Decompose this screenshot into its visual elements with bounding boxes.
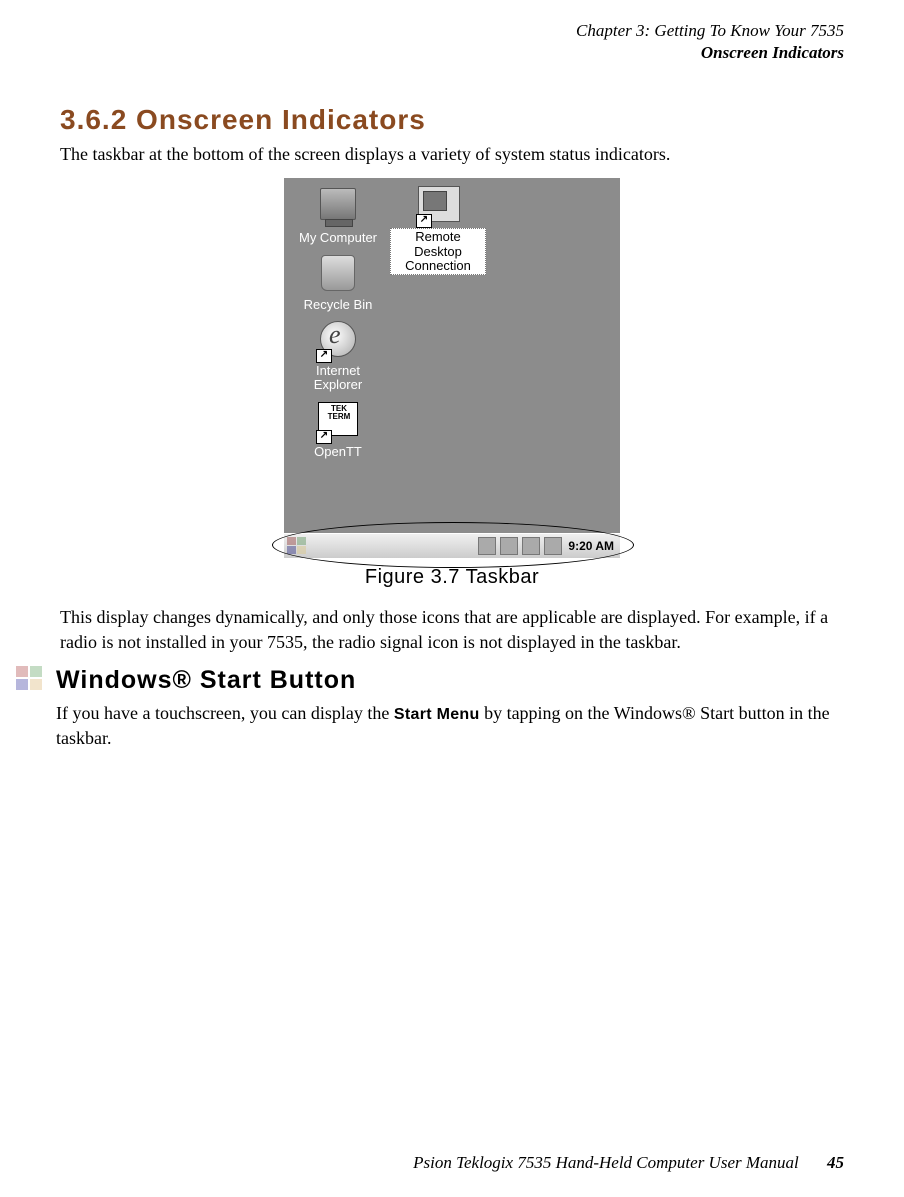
tray-info-icon[interactable] — [544, 537, 562, 555]
recycle-bin-label: Recycle Bin — [290, 297, 386, 313]
footer-title: Psion Teklogix 7535 Hand-Held Computer U… — [413, 1153, 799, 1172]
taskbar[interactable]: 9:20 AM — [284, 533, 620, 558]
footer-page-number: 45 — [827, 1153, 844, 1172]
my-computer-label: My Computer — [290, 230, 386, 246]
header-chapter: Chapter 3: Getting To Know Your 7535 — [60, 20, 844, 42]
page-header: Chapter 3: Getting To Know Your 7535 Ons… — [60, 20, 844, 64]
shortcut-arrow-icon: ↗ — [416, 214, 432, 228]
windows-start-icon[interactable] — [287, 537, 309, 555]
header-section: Onscreen Indicators — [60, 42, 844, 64]
sub-heading-start-button: Windows® Start Button — [56, 666, 844, 695]
ie-label: Internet Explorer — [290, 363, 386, 394]
paragraph-start-button: If you have a touchscreen, you can displ… — [56, 701, 844, 750]
shortcut-arrow-icon: ↗ — [316, 430, 332, 444]
opentt-icon[interactable]: TEK TERM↗ OpenTT — [290, 402, 386, 460]
section-heading: 3.6.2 Onscreen Indicators — [60, 104, 844, 136]
figure-caption: Figure 3.7 Taskbar — [60, 566, 844, 589]
tray-signal-icon[interactable] — [500, 537, 518, 555]
p3-pre: If you have a touchscreen, you can displ… — [56, 703, 394, 723]
internet-explorer-icon[interactable]: ↗ Internet Explorer — [290, 321, 386, 394]
intro-paragraph: The taskbar at the bottom of the screen … — [60, 142, 844, 166]
windows-flag-icon — [16, 666, 46, 692]
opentt-label: OpenTT — [290, 444, 386, 460]
remote-desktop-icon[interactable]: ↗ Remote Desktop Connection — [390, 186, 486, 275]
my-computer-icon[interactable]: My Computer — [290, 188, 386, 246]
tray-status-icon[interactable] — [478, 537, 496, 555]
page-footer: Psion Teklogix 7535 Hand-Held Computer U… — [413, 1153, 844, 1173]
paragraph-dynamic: This display changes dynamically, and on… — [60, 605, 844, 654]
p3-bold: Start Menu — [394, 706, 480, 723]
remote-desktop-label: Remote Desktop Connection — [390, 228, 486, 275]
taskbar-clock: 9:20 AM — [566, 539, 616, 553]
desktop-screenshot: My Computer Recycle Bin ↗ Internet Explo… — [284, 178, 620, 558]
system-tray: 9:20 AM — [478, 537, 620, 555]
shortcut-arrow-icon: ↗ — [316, 349, 332, 363]
tray-network-icon[interactable] — [522, 537, 540, 555]
recycle-bin-icon[interactable]: Recycle Bin — [290, 255, 386, 313]
figure-wrap: My Computer Recycle Bin ↗ Internet Explo… — [60, 178, 844, 589]
